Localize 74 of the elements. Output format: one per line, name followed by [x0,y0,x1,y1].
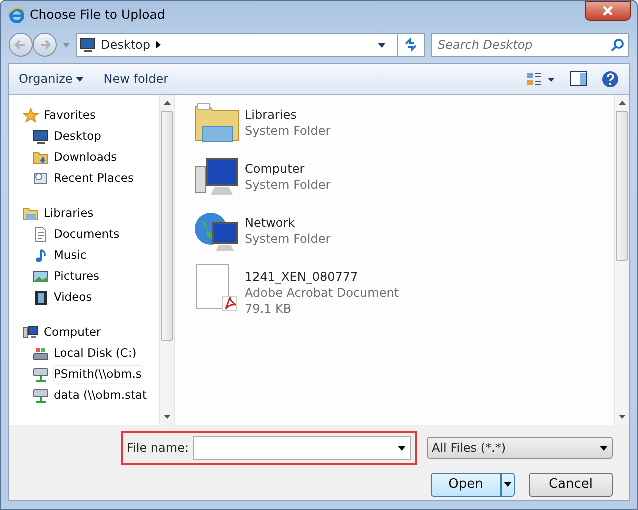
caret-icon [504,482,512,488]
sidebar-item[interactable]: Music [23,245,159,266]
caret-icon [398,446,406,450]
caret-icon [63,42,70,48]
file-detail: System Folder [245,177,331,193]
file-name-field[interactable] [193,436,411,460]
file-name[interactable]: Network [245,215,331,231]
sidebar-group[interactable]: Computer [23,322,159,343]
close-icon [603,6,613,16]
file-name[interactable]: Libraries [245,107,331,123]
computer-icon [23,324,39,340]
drive-icon [33,346,49,362]
file-item[interactable]: 1241_XEN_080777 Adobe Acrobat Document 79.1 KB [193,263,598,317]
view-options-icon [526,71,556,87]
caret-icon [600,446,608,450]
window-title: Choose File to Upload [30,6,166,24]
scroll-down-icon [618,415,626,419]
file-detail: System Folder [245,231,331,247]
address-location[interactable]: Desktop [101,36,150,54]
file-type-dropdown[interactable]: All Files (*.*) [427,437,613,459]
refresh-icon [403,37,419,53]
new-folder-button[interactable]: New folder [104,70,169,88]
file-detail: 79.1 KB [245,301,293,317]
chevron-icon [156,41,160,49]
caret-icon [378,42,386,48]
sidebar-item[interactable]: Desktop [23,126,159,147]
caret-icon [76,76,84,82]
sidebar-item[interactable]: data (\\obm.stat [23,385,159,406]
browser-logo-icon [9,7,25,23]
star-icon [23,108,39,124]
search-icon [611,38,624,52]
address-bar[interactable]: Desktop [76,33,425,57]
preview-pane-icon [570,71,588,87]
network-drive-icon [33,366,49,382]
sidebar-item[interactable]: Recent Places [23,168,159,189]
file-name[interactable]: 1241_XEN_080777 [245,269,400,285]
organize-menu[interactable]: Organize [19,70,84,88]
folder-icon [33,150,49,166]
help-icon [602,70,619,88]
file-name-label: File name: [127,440,189,457]
file-detail: Adobe Acrobat Document [245,285,400,301]
folder-icon [33,170,49,186]
folder-icon [23,206,39,222]
sidebar-item[interactable]: Downloads [23,147,159,168]
forward-button[interactable] [33,33,57,57]
scroll-up-icon [164,101,170,105]
sidebar-group[interactable]: Libraries [23,203,159,224]
film-icon [33,290,49,306]
sidebar-item[interactable]: Videos [23,287,159,308]
sidebar-item[interactable]: Pictures [23,266,159,287]
monitor-icon [80,37,96,53]
sidebar-group[interactable]: Favorites [23,105,159,126]
file-item[interactable]: Network System Folder [193,209,598,263]
close-button[interactable] [585,1,631,21]
network-drive-icon [33,388,49,404]
search-box[interactable]: Search Desktop [431,33,629,57]
scrollbar[interactable] [614,95,629,425]
document-icon [33,226,49,242]
back-button[interactable] [9,33,33,57]
sidebar-item[interactable]: Documents [23,224,159,245]
monitor-icon [33,128,49,144]
scroll-down-icon [164,415,170,419]
scroll-up-icon [618,101,626,105]
scrollbar[interactable] [159,95,174,425]
file-name[interactable]: Computer [245,161,331,177]
cancel-button[interactable]: Cancel [529,473,613,497]
file-item[interactable]: Libraries System Folder [193,101,598,155]
music-note-icon [33,248,49,264]
split-menu-button[interactable] [501,473,515,497]
sidebar-item[interactable]: Local Disk (C:) [23,343,159,364]
open-button[interactable]: Open [431,473,501,497]
file-item[interactable]: Computer System Folder [193,155,598,209]
picture-icon [33,268,49,284]
file-detail: System Folder [245,123,331,139]
